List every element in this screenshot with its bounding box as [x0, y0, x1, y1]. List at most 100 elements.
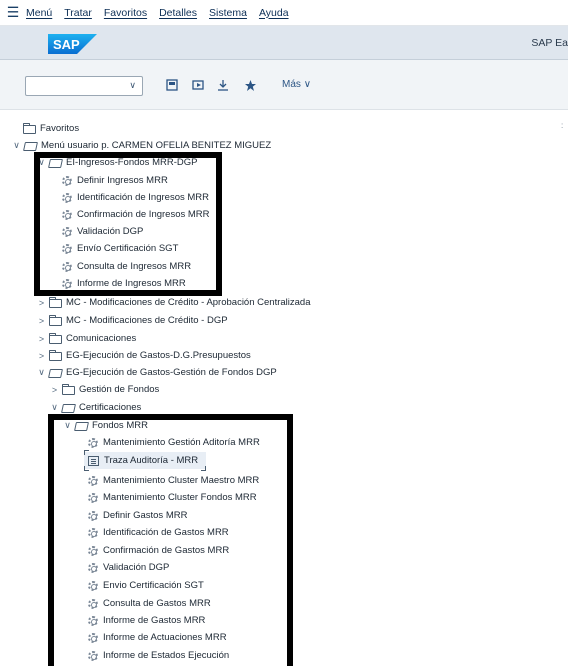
- menu-item-ayuda[interactable]: Ayuda: [259, 7, 289, 19]
- tree-node-label: EI-Ingresos-Fondos MRR-DGP: [66, 157, 198, 168]
- tree-node-label: Menú usuario p. CARMEN OFELIA BENITEZ MI…: [41, 140, 272, 151]
- gear-icon: [88, 527, 98, 538]
- shell-title: SAP Ea: [531, 37, 568, 49]
- gear-icon: [62, 243, 72, 254]
- tree-node-gestion-de-fondos[interactable]: > Gestión de Fondos: [49, 381, 159, 398]
- tree-item-label: Traza Auditoría - MRR: [104, 455, 199, 466]
- tree-item-transaction[interactable]: Validación DGP: [62, 223, 143, 240]
- chevron-down-icon[interactable]: ∨: [129, 80, 136, 91]
- tree-node-mc-dgp[interactable]: > MC - Modificaciones de Crédito - DGP: [36, 312, 228, 329]
- tree-item-transaction[interactable]: Mantenimiento Gestión Aditoría MRR: [88, 434, 260, 451]
- menu-item-sistema[interactable]: Sistema: [209, 7, 247, 19]
- more-label: Más: [282, 79, 301, 90]
- shell-bar: SAP SAP Ea: [0, 26, 568, 60]
- tree-item-label: Mantenimiento Cluster Fondos MRR: [103, 492, 257, 503]
- gear-icon: [62, 261, 72, 272]
- save-icon[interactable]: [165, 78, 179, 92]
- sap-logo-text: SAP: [53, 37, 80, 52]
- menu-item-menu[interactable]: Menú: [26, 7, 52, 19]
- chevron-right-icon[interactable]: >: [36, 351, 47, 361]
- more-button[interactable]: Más ∨: [282, 79, 311, 90]
- focus-corner: [84, 466, 89, 471]
- chevron-down-icon[interactable]: ∨: [49, 402, 60, 413]
- tree-item-label: Validación DGP: [77, 226, 144, 237]
- gear-icon: [88, 615, 98, 626]
- chevron-right-icon[interactable]: >: [36, 334, 47, 344]
- command-input[interactable]: [26, 77, 122, 95]
- tree-item-transaction[interactable]: Envío Certificación SGT: [62, 240, 178, 257]
- tree-item-transaction[interactable]: Validación DGP: [88, 559, 169, 576]
- tree-item-transaction[interactable]: Informe de Ingresos MRR: [62, 275, 186, 292]
- tree-node-certificaciones[interactable]: ∨ Certificaciones: [49, 399, 141, 416]
- tree-node-mc-centralizada[interactable]: > MC - Modificaciones de Crédito - Aprob…: [36, 294, 310, 311]
- gear-icon: [62, 175, 72, 186]
- tree-item-transaction[interactable]: Consulta de Ingresos MRR: [62, 258, 191, 275]
- tree-item-transaction[interactable]: Identificación de Gastos MRR: [88, 524, 229, 541]
- tree-item-label: Definir Ingresos MRR: [77, 175, 168, 186]
- folder-open-icon: [48, 158, 63, 168]
- folder-icon: [49, 296, 62, 308]
- tree-node-fondos-mrr[interactable]: ∨ Fondos MRR: [62, 417, 148, 434]
- tree-item-transaction[interactable]: Mantenimiento Cluster Fondos MRR: [88, 489, 257, 506]
- chevron-down-icon[interactable]: ∨: [36, 157, 47, 168]
- tree-node-eg-presupuestos[interactable]: > EG-Ejecución de Gastos-D.G.Presupuesto…: [36, 347, 251, 364]
- gear-icon: [88, 632, 98, 643]
- gear-icon: [62, 226, 72, 237]
- gear-icon: [88, 598, 98, 609]
- tree-node-eg-gestion-fondos[interactable]: ∨ EG-Ejecución de Gastos-Gestión de Fond…: [36, 364, 277, 381]
- command-field[interactable]: ∨: [25, 76, 143, 96]
- chevron-right-icon[interactable]: >: [36, 298, 47, 308]
- tree-item-label: Informe de Actuaciones MRR: [103, 632, 227, 643]
- add-favorite-icon[interactable]: [243, 78, 257, 92]
- chevron-down-icon[interactable]: ∨: [36, 367, 47, 378]
- folder-open-icon: [48, 368, 63, 378]
- tree-node-label: Comunicaciones: [66, 333, 137, 344]
- tree-node-favoritos[interactable]: Favoritos: [23, 120, 79, 137]
- gear-icon: [88, 510, 98, 521]
- tree-item-transaction[interactable]: Envio Certificación SGT: [88, 577, 204, 594]
- tree-item-label: Envío Certificación SGT: [77, 243, 179, 254]
- tree-item-transaction[interactable]: Mantenimiento Cluster Maestro MRR: [88, 472, 259, 489]
- tree-item-transaction[interactable]: Definir Gastos MRR: [88, 507, 187, 524]
- tree-node-ei-ingresos[interactable]: ∨ EI-Ingresos-Fondos MRR-DGP: [36, 154, 197, 171]
- tree-item-transaction[interactable]: Identificación de Ingresos MRR: [62, 189, 209, 206]
- new-session-icon[interactable]: [191, 78, 205, 92]
- tree-item-transaction[interactable]: Informe de Actuaciones MRR: [88, 629, 227, 646]
- download-icon[interactable]: [216, 78, 230, 92]
- tree-node-user-menu[interactable]: ∨ Menú usuario p. CARMEN OFELIA BENITEZ …: [13, 137, 272, 154]
- chevron-right-icon[interactable]: >: [49, 385, 60, 395]
- chevron-down-icon[interactable]: ∨: [11, 140, 22, 151]
- tree-item-transaction[interactable]: Informe de Gastos MRR: [88, 612, 205, 629]
- chevron-right-icon[interactable]: >: [36, 316, 47, 326]
- tree-item-transaction[interactable]: Confirmación de Ingresos MRR: [62, 206, 210, 223]
- menu-bar: ☰ Menú Tratar Favoritos Detalles Sistema…: [0, 0, 568, 26]
- tree-item-transaction[interactable]: Definir Ingresos MRR: [62, 172, 168, 189]
- menu-item-tratar[interactable]: Tratar: [64, 7, 92, 19]
- hamburger-icon[interactable]: ☰: [0, 0, 26, 26]
- gear-icon: [88, 492, 98, 503]
- tree-item-label: Confirmación de Ingresos MRR: [77, 209, 210, 220]
- tree-node-comunicaciones[interactable]: > Comunicaciones: [36, 330, 136, 347]
- tree-item-label: Confirmación de Gastos MRR: [103, 545, 230, 556]
- tree-item-label: Mantenimiento Gestión Aditoría MRR: [103, 437, 260, 448]
- gear-icon: [88, 580, 98, 591]
- tree-item-transaction[interactable]: Consulta de Gastos MRR: [88, 595, 211, 612]
- menu-item-favoritos[interactable]: Favoritos: [104, 7, 147, 19]
- chevron-down-icon[interactable]: ∨: [62, 420, 73, 431]
- focus-corner: [201, 466, 206, 471]
- tree-item-label: Informe de Gastos MRR: [103, 615, 206, 626]
- tree-node-label: Certificaciones: [79, 402, 142, 413]
- tree-item-label: Informe de Ingresos MRR: [77, 278, 186, 289]
- tree-node-label: Gestión de Fondos: [79, 384, 160, 395]
- tree-item-report-selected[interactable]: Traza Auditoría - MRR: [84, 450, 206, 471]
- tree-node-label: EG-Ejecución de Gastos-Gestión de Fondos…: [66, 367, 277, 378]
- tree-node-label: Fondos MRR: [92, 420, 148, 431]
- tree-item-transaction[interactable]: Confirmación de Gastos MRR: [88, 542, 229, 559]
- gear-icon: [88, 562, 98, 573]
- folder-open-icon: [74, 421, 89, 431]
- folder-open-icon: [61, 403, 76, 413]
- gear-icon: [88, 475, 98, 486]
- menu-item-detalles[interactable]: Detalles: [159, 7, 197, 19]
- folder-icon: [49, 314, 62, 326]
- tree-item-transaction[interactable]: Informe de Estados Ejecución: [88, 647, 229, 664]
